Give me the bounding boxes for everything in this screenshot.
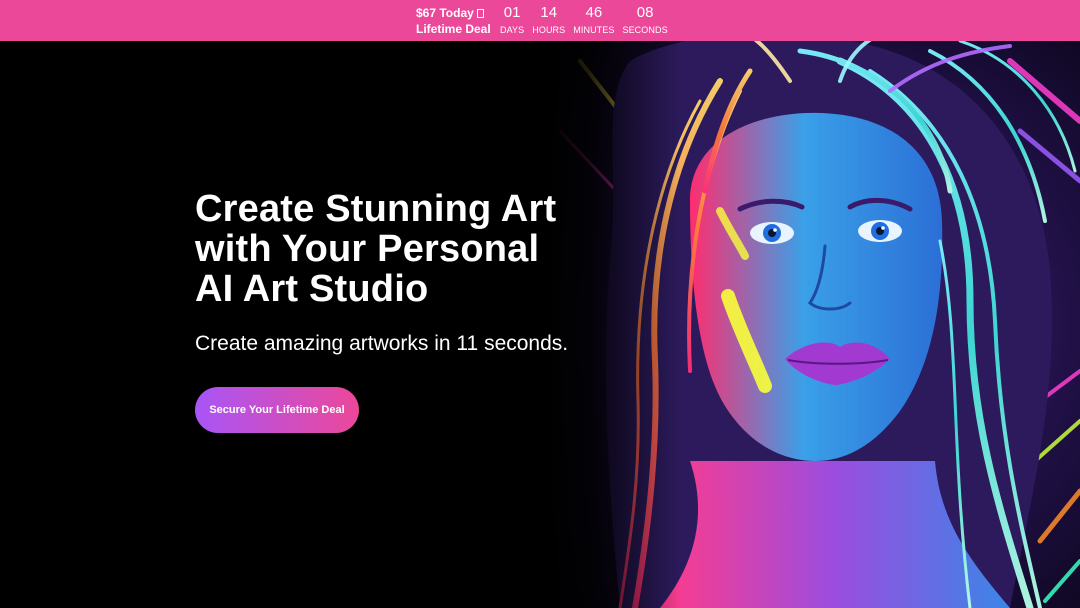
- countdown-minutes: 46 MINUTES: [573, 4, 614, 36]
- promo-offer: $67 Today Lifetime Deal: [416, 5, 491, 37]
- countdown-hours-label: HOURS: [532, 25, 566, 35]
- hero-section: Create Stunning Art with Your Personal A…: [0, 41, 1080, 608]
- alarm-clock-icon: [476, 9, 484, 18]
- promo-bar: $67 Today Lifetime Deal 01 DAYS 14 HOURS…: [0, 0, 1080, 41]
- countdown-days-label: DAYS: [500, 25, 525, 35]
- countdown-days: 01 DAYS: [500, 4, 524, 36]
- hero-title-line-3: AI Art Studio: [195, 268, 429, 310]
- hero-subtitle: Create amazing artworks in 11 seconds.: [195, 332, 569, 355]
- secure-lifetime-deal-button[interactable]: Secure Your Lifetime Deal: [195, 387, 359, 433]
- promo-price: $67 Today: [416, 6, 474, 20]
- hero-content: Create Stunning Art with Your Personal A…: [195, 189, 615, 433]
- countdown-minutes-value: 46: [585, 4, 603, 21]
- countdown-seconds-label: SECONDS: [622, 25, 668, 35]
- hero-portrait-image: [540, 41, 1080, 608]
- countdown-seconds-value: 08: [636, 4, 654, 21]
- hero-title: Create Stunning Art with Your Personal A…: [195, 189, 615, 309]
- countdown-days-value: 01: [503, 4, 521, 21]
- countdown-timer: 01 DAYS 14 HOURS 46 MINUTES 08 SECONDS: [500, 4, 668, 36]
- promo-price-line: $67 Today: [416, 5, 491, 21]
- countdown-hours: 14 HOURS: [532, 4, 565, 36]
- hero-title-line-2: with Your Personal: [195, 228, 540, 270]
- promo-deal: Lifetime Deal: [416, 22, 491, 36]
- countdown-seconds: 08 SECONDS: [622, 4, 667, 36]
- countdown-minutes-label: MINUTES: [573, 25, 615, 35]
- hero-title-line-1: Create Stunning Art: [195, 188, 557, 230]
- countdown-hours-value: 14: [540, 4, 558, 21]
